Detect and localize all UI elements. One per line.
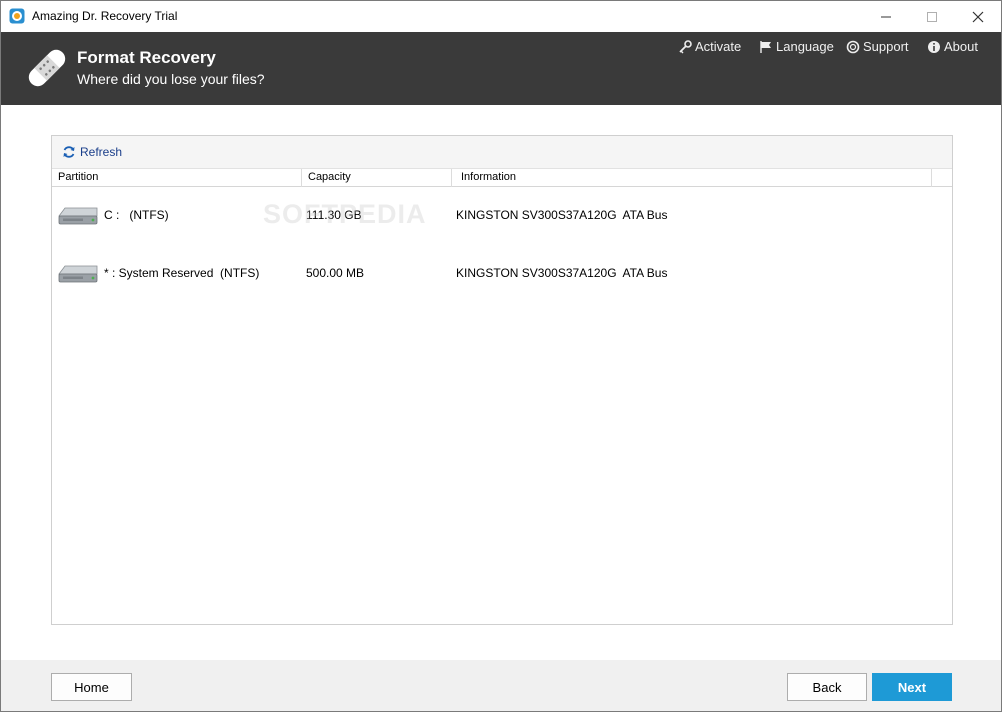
- partition-capacity: 500.00 MB: [306, 266, 365, 280]
- table-row[interactable]: * : System Reserved (NTFS) 500.00 MB KIN…: [52, 254, 952, 294]
- table-row[interactable]: C : (NTFS) 111.30 GB KINGSTON SV300S37A1…: [52, 196, 952, 236]
- lifebuoy-icon: [846, 40, 860, 53]
- next-button[interactable]: Next: [872, 673, 952, 701]
- bandage-logo-icon: [28, 49, 66, 87]
- about-label: About: [944, 39, 978, 54]
- activate-label: Activate: [695, 39, 742, 54]
- maximize-button[interactable]: [909, 1, 955, 32]
- app-icon: [9, 8, 25, 24]
- column-header-capacity[interactable]: Capacity: [302, 169, 451, 187]
- language-label: Language: [776, 39, 834, 54]
- column-header-information[interactable]: Information: [452, 169, 931, 187]
- flag-icon: [760, 40, 771, 53]
- footer-bar: Home Back Next: [1, 660, 1001, 711]
- refresh-button[interactable]: Refresh: [62, 145, 122, 159]
- about-link[interactable]: About: [927, 39, 978, 54]
- support-label: Support: [863, 39, 909, 54]
- title-bar[interactable]: Amazing Dr. Recovery Trial: [1, 1, 1001, 32]
- back-button[interactable]: Back: [787, 673, 867, 701]
- refresh-label: Refresh: [80, 145, 123, 159]
- minimize-icon: [881, 16, 891, 17]
- page-subtitle: Where did you lose your files?: [77, 71, 265, 87]
- watermark: SOFTPEDIA: [263, 199, 427, 229]
- app-window: Amazing Dr. Recovery Trial Format Recove…: [0, 0, 1002, 712]
- close-button[interactable]: [955, 1, 1001, 32]
- hard-drive-icon: [58, 265, 98, 283]
- partition-panel: Refresh Partition Capacity Information C…: [51, 135, 953, 625]
- hard-drive-icon: [58, 207, 98, 225]
- close-icon: [972, 11, 984, 22]
- minimize-button[interactable]: [863, 1, 909, 32]
- panel-toolbar: Refresh: [52, 136, 952, 169]
- activate-link[interactable]: Activate: [678, 39, 741, 54]
- home-button[interactable]: Home: [51, 673, 132, 701]
- app-header: Format Recovery Where did you lose your …: [1, 32, 1001, 105]
- partition-name: * : System Reserved (NTFS): [104, 266, 260, 280]
- language-link[interactable]: Language: [759, 39, 834, 54]
- info-icon: [928, 40, 940, 53]
- partition-information: KINGSTON SV300S37A120G ATA Bus: [456, 266, 668, 280]
- window-title: Amazing Dr. Recovery Trial: [32, 9, 178, 23]
- page-title: Format Recovery: [77, 48, 216, 67]
- partition-information: KINGSTON SV300S37A120G ATA Bus: [456, 208, 668, 222]
- partition-name: C : (NTFS): [104, 208, 169, 222]
- support-link[interactable]: Support: [846, 39, 909, 54]
- refresh-icon: [63, 146, 75, 158]
- maximize-icon: [927, 11, 937, 22]
- column-header-partition[interactable]: Partition: [52, 169, 301, 187]
- column-header-filler: [932, 169, 952, 187]
- key-icon: [679, 39, 692, 53]
